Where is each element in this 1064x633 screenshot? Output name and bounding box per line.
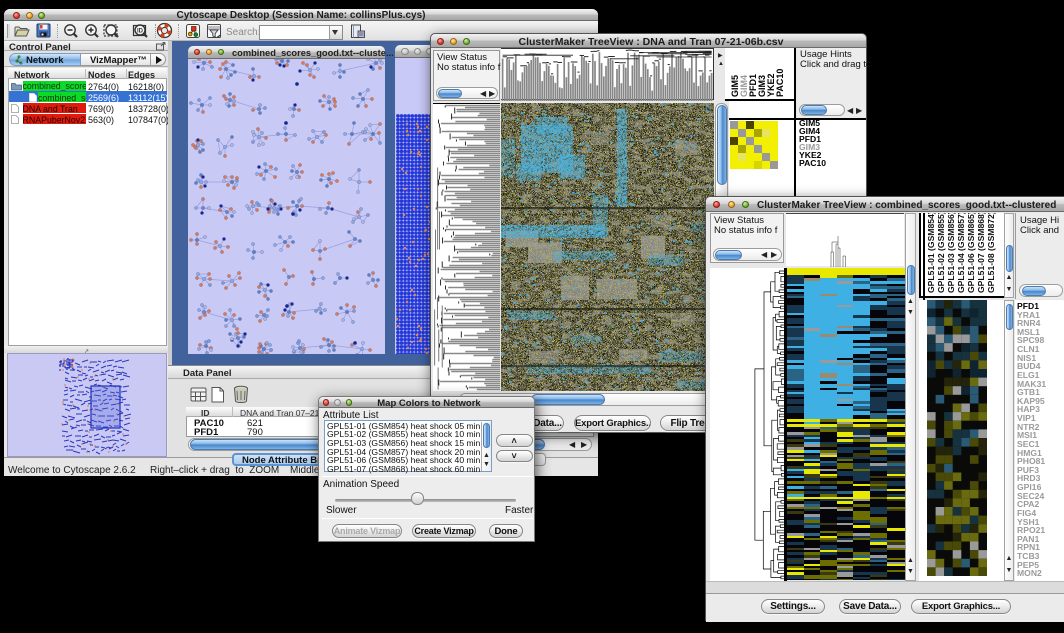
svg-text:ID: ID [137, 29, 144, 35]
svg-text:GPL51-04 (GSM857): GPL51-04 (GSM857) [956, 213, 966, 293]
svg-text:GPL51-02 (GSM855): GPL51-02 (GSM855) [936, 213, 946, 293]
svg-text:GPL51-08 (GSM872): GPL51-08 (GSM872) [986, 213, 996, 293]
svg-text:GPL51-01 (GSM854): GPL51-01 (GSM854) [926, 213, 936, 293]
svg-text:GPL51-07 (GSM868): GPL51-07 (GSM868) [976, 213, 986, 293]
svg-text:GPL51-06 (GSM865): GPL51-06 (GSM865) [966, 213, 976, 293]
svg-text:PAC10: PAC10 [775, 69, 785, 97]
svg-text:GPL51-03 (GSM856): GPL51-03 (GSM856) [946, 213, 956, 293]
